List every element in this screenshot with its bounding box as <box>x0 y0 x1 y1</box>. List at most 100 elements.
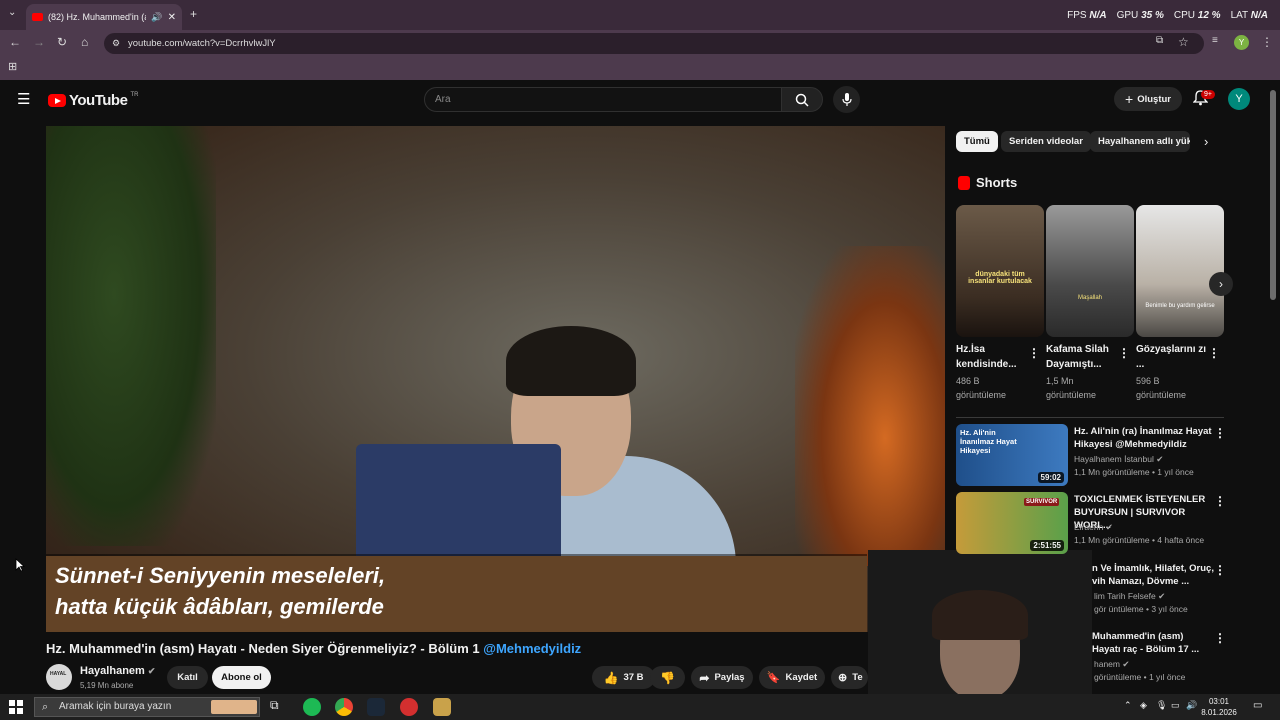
dislike-button[interactable]: 👎 <box>650 666 685 689</box>
logo-text: YouTube <box>69 92 128 109</box>
recommendation-thumbnail[interactable]: Hz. Ali'nin İnanılmaz Hayat Hikayesi 59:… <box>956 424 1068 486</box>
browser-menu-icon[interactable]: ⋮ <box>1261 35 1273 49</box>
chevron-right-icon: › <box>1219 277 1223 291</box>
taskbar-clock[interactable]: 03:01 8.01.2026 <box>1198 696 1240 718</box>
chip-series[interactable]: Seriden videolar <box>1001 131 1091 152</box>
video-player[interactable]: Sünnet-i Seniyyenin meseleleri, hatta kü… <box>46 126 945 632</box>
recommendation-title[interactable]: n Ve İmamlık, Hilafet, Oruç, vih Namazı,… <box>1092 562 1214 588</box>
record-app-icon[interactable] <box>400 698 418 716</box>
address-bar[interactable]: ⚙ youtube.com/watch?v=DcrrhvlwJlY <box>104 33 1204 54</box>
recommendation-channel[interactable]: Hayalhanem İstanbul ✔ <box>1074 454 1163 465</box>
chip-channel[interactable]: Hayalhanem adlı yük <box>1090 131 1190 152</box>
subscribe-button[interactable]: Abone ol <box>212 666 271 689</box>
chips-next-icon[interactable]: › <box>1204 134 1208 149</box>
channel-subscribers: 5,19 Mn abone <box>80 681 134 690</box>
logo-country: TR <box>130 91 139 98</box>
speaker-icon[interactable]: 🔊 <box>151 12 162 23</box>
hamburger-menu-icon[interactable]: ☰ <box>17 90 30 108</box>
recommendation-channel[interactable]: lim Tarih Felsefe ✔ <box>1094 591 1165 602</box>
league-icon[interactable] <box>433 698 451 716</box>
recommendation-channel[interactable]: hanem ✔ <box>1094 659 1130 670</box>
tab-list-icon[interactable]: ⌄ <box>8 7 16 18</box>
new-tab-icon[interactable]: + <box>190 7 197 21</box>
short-more-icon[interactable]: ⋮ <box>1028 346 1040 360</box>
recommendation-more-icon[interactable]: ⋮ <box>1214 631 1226 645</box>
video-duration: 59:02 <box>1037 472 1064 483</box>
recommendation-thumbnail[interactable]: SURVIVOR 2:51:55 <box>956 492 1068 554</box>
recommendation-meta: 1,1 Mn görüntüleme • 1 yıl önce <box>1074 467 1194 477</box>
channel-name[interactable]: Hayalhanem ✔ <box>80 665 155 677</box>
thanks-icon: ⊕ <box>838 672 848 684</box>
verified-icon: ✔ <box>1122 659 1130 669</box>
notification-center-icon[interactable]: ▭ <box>1253 700 1262 711</box>
account-avatar[interactable]: Y <box>1228 88 1250 110</box>
join-button[interactable]: Katıl <box>167 666 208 689</box>
short-thumbnail[interactable]: Benimle bu yardım gelirse <box>1136 205 1224 337</box>
thumbs-down-icon: 👎 <box>660 670 675 685</box>
short-more-icon[interactable]: ⋮ <box>1118 346 1130 360</box>
search-button[interactable] <box>781 87 823 112</box>
youtube-logo[interactable]: YouTube TR <box>48 92 138 109</box>
create-button[interactable]: + Oluştur <box>1114 87 1182 111</box>
short-thumbnail[interactable]: Maşallah <box>1046 205 1134 337</box>
recommendation-meta: 1,1 Mn görüntüleme • 4 hafta önce <box>1074 535 1205 545</box>
recommendation-more-icon[interactable]: ⋮ <box>1214 426 1226 440</box>
network-icon[interactable]: ▭ <box>1171 700 1180 711</box>
steam-icon[interactable] <box>367 698 385 716</box>
recommendation-more-icon[interactable]: ⋮ <box>1214 563 1226 577</box>
share-icon: ➦ <box>699 670 710 685</box>
recommendation-title[interactable]: Hz. Ali'nin (ra) İnanılmaz Hayat Hikayes… <box>1074 425 1212 451</box>
video-caption: Sünnet-i Seniyyenin meseleleri, hatta kü… <box>46 554 867 632</box>
browser-tab[interactable]: (82) Hz. Muhammed'in (asm 🔊 ✕ <box>26 4 182 30</box>
short-title[interactable]: Gözyaşlarını zı ... <box>1136 342 1212 372</box>
recommendation-more-icon[interactable]: ⋮ <box>1214 494 1226 508</box>
spotify-icon[interactable] <box>303 698 321 716</box>
back-icon[interactable]: ← <box>9 35 21 49</box>
thumbnail-text: Hz. Ali'nin İnanılmaz Hayat Hikayesi <box>960 428 1017 455</box>
recommendation-meta: görüntüleme • 1 yıl önce <box>1094 672 1186 682</box>
video-title-mention[interactable]: @Mehmedyildiz <box>483 641 581 656</box>
volume-icon[interactable]: 🔊 <box>1186 700 1197 711</box>
site-info-icon[interactable]: ⚙ <box>112 33 120 54</box>
short-title[interactable]: Hz.İsa kendisinde... <box>956 342 1032 372</box>
short-overlay-text: Benimle bu yardım gelirse <box>1145 303 1215 309</box>
like-button[interactable]: 👍 37 B <box>592 666 655 689</box>
microphone-tray-icon[interactable]: 🎙 <box>1156 700 1167 711</box>
reload-icon[interactable]: ↻ <box>57 35 67 49</box>
chrome-icon[interactable] <box>335 698 353 716</box>
recommendation-title[interactable]: Muhammed'in (asm) Hayatı raç - Bölüm 17 … <box>1092 630 1214 656</box>
tray-chevron-icon[interactable]: ⌃ <box>1124 700 1132 711</box>
windows-start-icon[interactable] <box>9 700 23 714</box>
shorts-next-button[interactable]: › <box>1209 272 1233 296</box>
tray-app-icon[interactable]: ◈ <box>1140 700 1147 711</box>
thanks-button[interactable]: ⊕ Te <box>831 666 868 689</box>
short-thumbnail[interactable]: dünyadaki tüm insanlar kurtulacak <box>956 205 1044 337</box>
page-scrollbar[interactable] <box>1270 90 1276 300</box>
plus-icon: + <box>1125 91 1134 107</box>
apps-grid-icon[interactable]: ⊞ <box>8 60 17 73</box>
media-control-icon[interactable]: ≡ <box>1212 35 1218 46</box>
home-icon[interactable]: ⌂ <box>81 35 88 49</box>
task-view-icon[interactable]: ⧉ <box>270 698 279 713</box>
save-button[interactable]: 🔖 Kaydet <box>759 666 825 689</box>
channel-avatar[interactable]: HAYAL <box>46 664 72 690</box>
youtube-play-icon <box>48 94 66 107</box>
share-button[interactable]: ➦ Paylaş <box>691 666 753 689</box>
caption-line-1: Sünnet-i Seniyyenin meseleleri, <box>55 563 386 588</box>
section-divider <box>956 417 1224 418</box>
profile-avatar[interactable]: Y <box>1234 35 1249 50</box>
save-label: Kaydet <box>785 672 818 683</box>
voice-search-button[interactable] <box>833 86 860 113</box>
close-tab-icon[interactable]: ✕ <box>168 12 176 23</box>
bookmarks-bar: ⊞ <box>0 56 1280 80</box>
recommendation-channel[interactable]: Elraenn ✔ <box>1074 522 1113 533</box>
install-icon[interactable]: ⧉ <box>1156 35 1163 46</box>
chip-all[interactable]: Tümü <box>956 131 998 152</box>
bookmark-star-icon[interactable]: ☆ <box>1178 35 1189 49</box>
browser-tabbar: ⌄ (82) Hz. Muhammed'in (asm 🔊 ✕ + FPS N/… <box>0 0 1280 30</box>
short-title[interactable]: Kafama Silah Dayamıştı... <box>1046 342 1122 372</box>
search-input[interactable]: Ara <box>424 87 782 112</box>
forward-icon[interactable]: → <box>33 35 45 49</box>
short-more-icon[interactable]: ⋮ <box>1208 346 1220 360</box>
taskbar-search-input[interactable]: ⌕ Aramak için buraya yazın <box>34 697 260 717</box>
